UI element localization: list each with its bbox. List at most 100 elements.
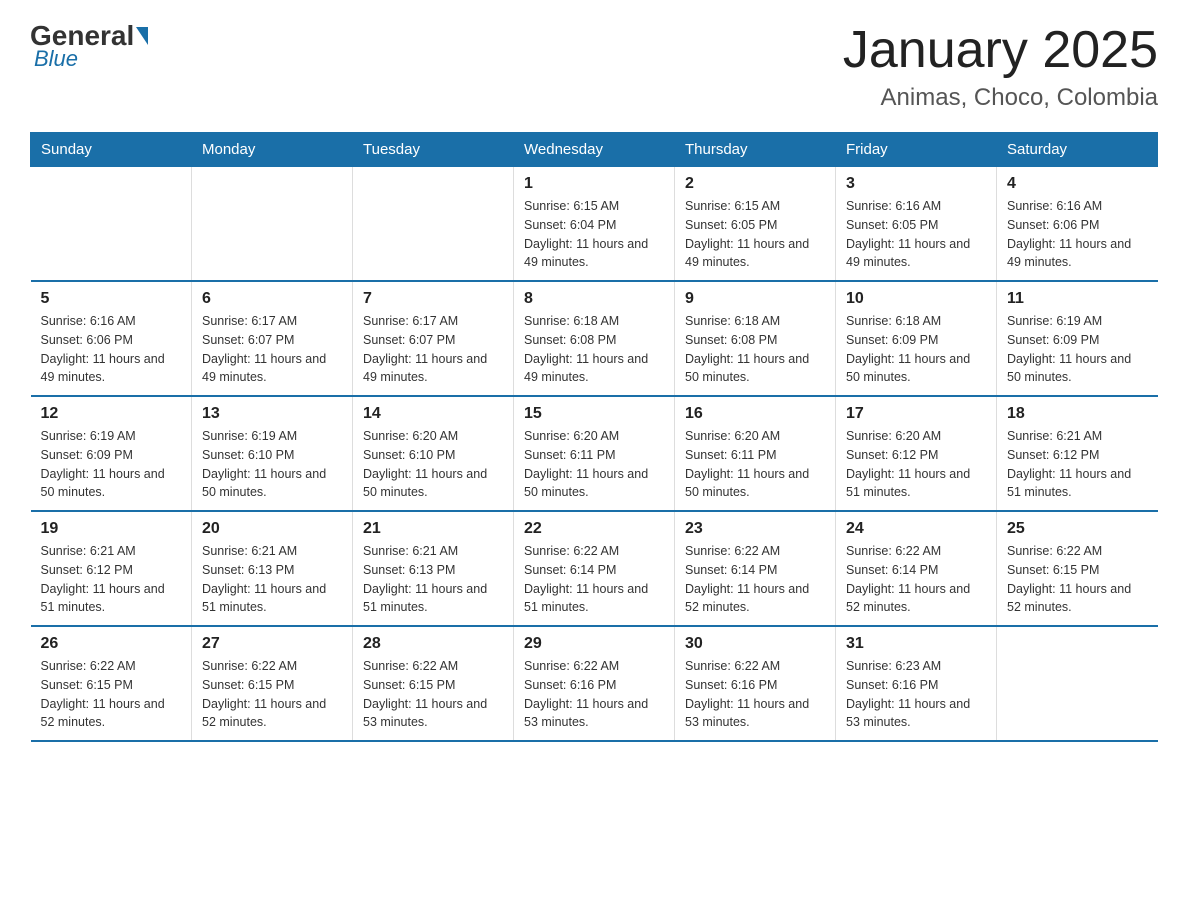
day-number: 8 (524, 290, 664, 308)
day-info: Sunrise: 6:22 AM Sunset: 6:15 PM Dayligh… (363, 657, 503, 732)
day-cell: 16 Sunrise: 6:20 AM Sunset: 6:11 PM Dayli… (675, 396, 836, 511)
day-info: Sunrise: 6:22 AM Sunset: 6:14 PM Dayligh… (524, 542, 664, 617)
day-cell: 22 Sunrise: 6:22 AM Sunset: 6:14 PM Dayli… (514, 511, 675, 626)
day-cell: 14 Sunrise: 6:20 AM Sunset: 6:10 PM Dayli… (353, 396, 514, 511)
header-day-thursday: Thursday (675, 133, 836, 167)
day-info: Sunrise: 6:22 AM Sunset: 6:15 PM Dayligh… (1007, 542, 1148, 617)
logo-arrow-icon (136, 27, 148, 45)
day-info: Sunrise: 6:20 AM Sunset: 6:11 PM Dayligh… (685, 427, 825, 502)
day-number: 28 (363, 635, 503, 653)
header-day-wednesday: Wednesday (514, 133, 675, 167)
day-number: 22 (524, 520, 664, 538)
day-cell: 10 Sunrise: 6:18 AM Sunset: 6:09 PM Dayli… (836, 281, 997, 396)
day-number: 12 (41, 405, 182, 423)
day-info: Sunrise: 6:15 AM Sunset: 6:05 PM Dayligh… (685, 197, 825, 272)
day-number: 9 (685, 290, 825, 308)
day-info: Sunrise: 6:19 AM Sunset: 6:09 PM Dayligh… (41, 427, 182, 502)
day-number: 31 (846, 635, 986, 653)
day-info: Sunrise: 6:21 AM Sunset: 6:12 PM Dayligh… (1007, 427, 1148, 502)
day-cell: 17 Sunrise: 6:20 AM Sunset: 6:12 PM Dayli… (836, 396, 997, 511)
day-info: Sunrise: 6:22 AM Sunset: 6:16 PM Dayligh… (685, 657, 825, 732)
day-info: Sunrise: 6:22 AM Sunset: 6:15 PM Dayligh… (202, 657, 342, 732)
week-row-4: 19 Sunrise: 6:21 AM Sunset: 6:12 PM Dayli… (31, 511, 1158, 626)
day-number: 18 (1007, 405, 1148, 423)
day-number: 19 (41, 520, 182, 538)
day-number: 2 (685, 175, 825, 193)
day-number: 21 (363, 520, 503, 538)
day-info: Sunrise: 6:21 AM Sunset: 6:12 PM Dayligh… (41, 542, 182, 617)
day-info: Sunrise: 6:19 AM Sunset: 6:09 PM Dayligh… (1007, 312, 1148, 387)
day-info: Sunrise: 6:23 AM Sunset: 6:16 PM Dayligh… (846, 657, 986, 732)
day-info: Sunrise: 6:18 AM Sunset: 6:09 PM Dayligh… (846, 312, 986, 387)
calendar-table: SundayMondayTuesdayWednesdayThursdayFrid… (30, 132, 1158, 742)
day-number: 3 (846, 175, 986, 193)
day-cell: 6Sunrise: 6:17 AM Sunset: 6:07 PM Daylig… (192, 281, 353, 396)
day-number: 29 (524, 635, 664, 653)
day-cell: 31 Sunrise: 6:23 AM Sunset: 6:16 PM Dayli… (836, 626, 997, 741)
day-info: Sunrise: 6:18 AM Sunset: 6:08 PM Dayligh… (685, 312, 825, 387)
page-header: General Blue January 2025 Animas, Choco,… (30, 20, 1158, 112)
day-info: Sunrise: 6:17 AM Sunset: 6:07 PM Dayligh… (202, 312, 342, 387)
day-number: 27 (202, 635, 342, 653)
day-cell: 27 Sunrise: 6:22 AM Sunset: 6:15 PM Dayli… (192, 626, 353, 741)
day-cell: 1Sunrise: 6:15 AM Sunset: 6:04 PM Daylig… (514, 167, 675, 282)
day-cell: 15Sunrise: 6:20 AM Sunset: 6:11 PM Dayli… (514, 396, 675, 511)
day-cell: 9 Sunrise: 6:18 AM Sunset: 6:08 PM Daylig… (675, 281, 836, 396)
header-day-saturday: Saturday (997, 133, 1158, 167)
day-info: Sunrise: 6:21 AM Sunset: 6:13 PM Dayligh… (363, 542, 503, 617)
day-number: 17 (846, 405, 986, 423)
day-number: 14 (363, 405, 503, 423)
header-day-tuesday: Tuesday (353, 133, 514, 167)
day-info: Sunrise: 6:16 AM Sunset: 6:06 PM Dayligh… (1007, 197, 1148, 272)
day-cell: 13 Sunrise: 6:19 AM Sunset: 6:10 PM Dayli… (192, 396, 353, 511)
day-cell: 28 Sunrise: 6:22 AM Sunset: 6:15 PM Dayli… (353, 626, 514, 741)
day-cell: 29Sunrise: 6:22 AM Sunset: 6:16 PM Dayli… (514, 626, 675, 741)
calendar-body: 1Sunrise: 6:15 AM Sunset: 6:04 PM Daylig… (31, 167, 1158, 742)
day-number: 24 (846, 520, 986, 538)
day-number: 25 (1007, 520, 1148, 538)
day-cell: 7Sunrise: 6:17 AM Sunset: 6:07 PM Daylig… (353, 281, 514, 396)
logo: General Blue (30, 20, 150, 72)
week-row-5: 26 Sunrise: 6:22 AM Sunset: 6:15 PM Dayli… (31, 626, 1158, 741)
day-cell: 2 Sunrise: 6:15 AM Sunset: 6:05 PM Daylig… (675, 167, 836, 282)
day-info: Sunrise: 6:16 AM Sunset: 6:06 PM Dayligh… (41, 312, 182, 387)
title-block: January 2025 Animas, Choco, Colombia (843, 20, 1158, 112)
day-info: Sunrise: 6:20 AM Sunset: 6:10 PM Dayligh… (363, 427, 503, 502)
day-info: Sunrise: 6:22 AM Sunset: 6:14 PM Dayligh… (685, 542, 825, 617)
day-cell: 20Sunrise: 6:21 AM Sunset: 6:13 PM Dayli… (192, 511, 353, 626)
day-cell (192, 167, 353, 282)
day-number: 30 (685, 635, 825, 653)
day-cell: 11 Sunrise: 6:19 AM Sunset: 6:09 PM Dayli… (997, 281, 1158, 396)
day-info: Sunrise: 6:16 AM Sunset: 6:05 PM Dayligh… (846, 197, 986, 272)
day-cell: 4 Sunrise: 6:16 AM Sunset: 6:06 PM Daylig… (997, 167, 1158, 282)
day-number: 16 (685, 405, 825, 423)
day-number: 7 (363, 290, 503, 308)
day-cell: 23 Sunrise: 6:22 AM Sunset: 6:14 PM Dayli… (675, 511, 836, 626)
day-number: 5 (41, 290, 182, 308)
day-cell: 18 Sunrise: 6:21 AM Sunset: 6:12 PM Dayli… (997, 396, 1158, 511)
day-cell: 25 Sunrise: 6:22 AM Sunset: 6:15 PM Dayli… (997, 511, 1158, 626)
day-info: Sunrise: 6:20 AM Sunset: 6:12 PM Dayligh… (846, 427, 986, 502)
logo-blue-text: Blue (34, 46, 78, 72)
day-info: Sunrise: 6:20 AM Sunset: 6:11 PM Dayligh… (524, 427, 664, 502)
day-cell: 21 Sunrise: 6:21 AM Sunset: 6:13 PM Dayli… (353, 511, 514, 626)
day-info: Sunrise: 6:18 AM Sunset: 6:08 PM Dayligh… (524, 312, 664, 387)
day-number: 4 (1007, 175, 1148, 193)
calendar-subtitle: Animas, Choco, Colombia (843, 84, 1158, 112)
day-info: Sunrise: 6:19 AM Sunset: 6:10 PM Dayligh… (202, 427, 342, 502)
header-day-monday: Monday (192, 133, 353, 167)
day-number: 23 (685, 520, 825, 538)
day-number: 11 (1007, 290, 1148, 308)
calendar-title: January 2025 (843, 20, 1158, 80)
day-info: Sunrise: 6:22 AM Sunset: 6:14 PM Dayligh… (846, 542, 986, 617)
day-cell: 8 Sunrise: 6:18 AM Sunset: 6:08 PM Daylig… (514, 281, 675, 396)
day-cell (997, 626, 1158, 741)
week-row-3: 12 Sunrise: 6:19 AM Sunset: 6:09 PM Dayli… (31, 396, 1158, 511)
day-cell (31, 167, 192, 282)
day-number: 10 (846, 290, 986, 308)
week-row-2: 5 Sunrise: 6:16 AM Sunset: 6:06 PM Daylig… (31, 281, 1158, 396)
day-number: 13 (202, 405, 342, 423)
header-row: SundayMondayTuesdayWednesdayThursdayFrid… (31, 133, 1158, 167)
day-number: 26 (41, 635, 182, 653)
day-cell: 19 Sunrise: 6:21 AM Sunset: 6:12 PM Dayli… (31, 511, 192, 626)
